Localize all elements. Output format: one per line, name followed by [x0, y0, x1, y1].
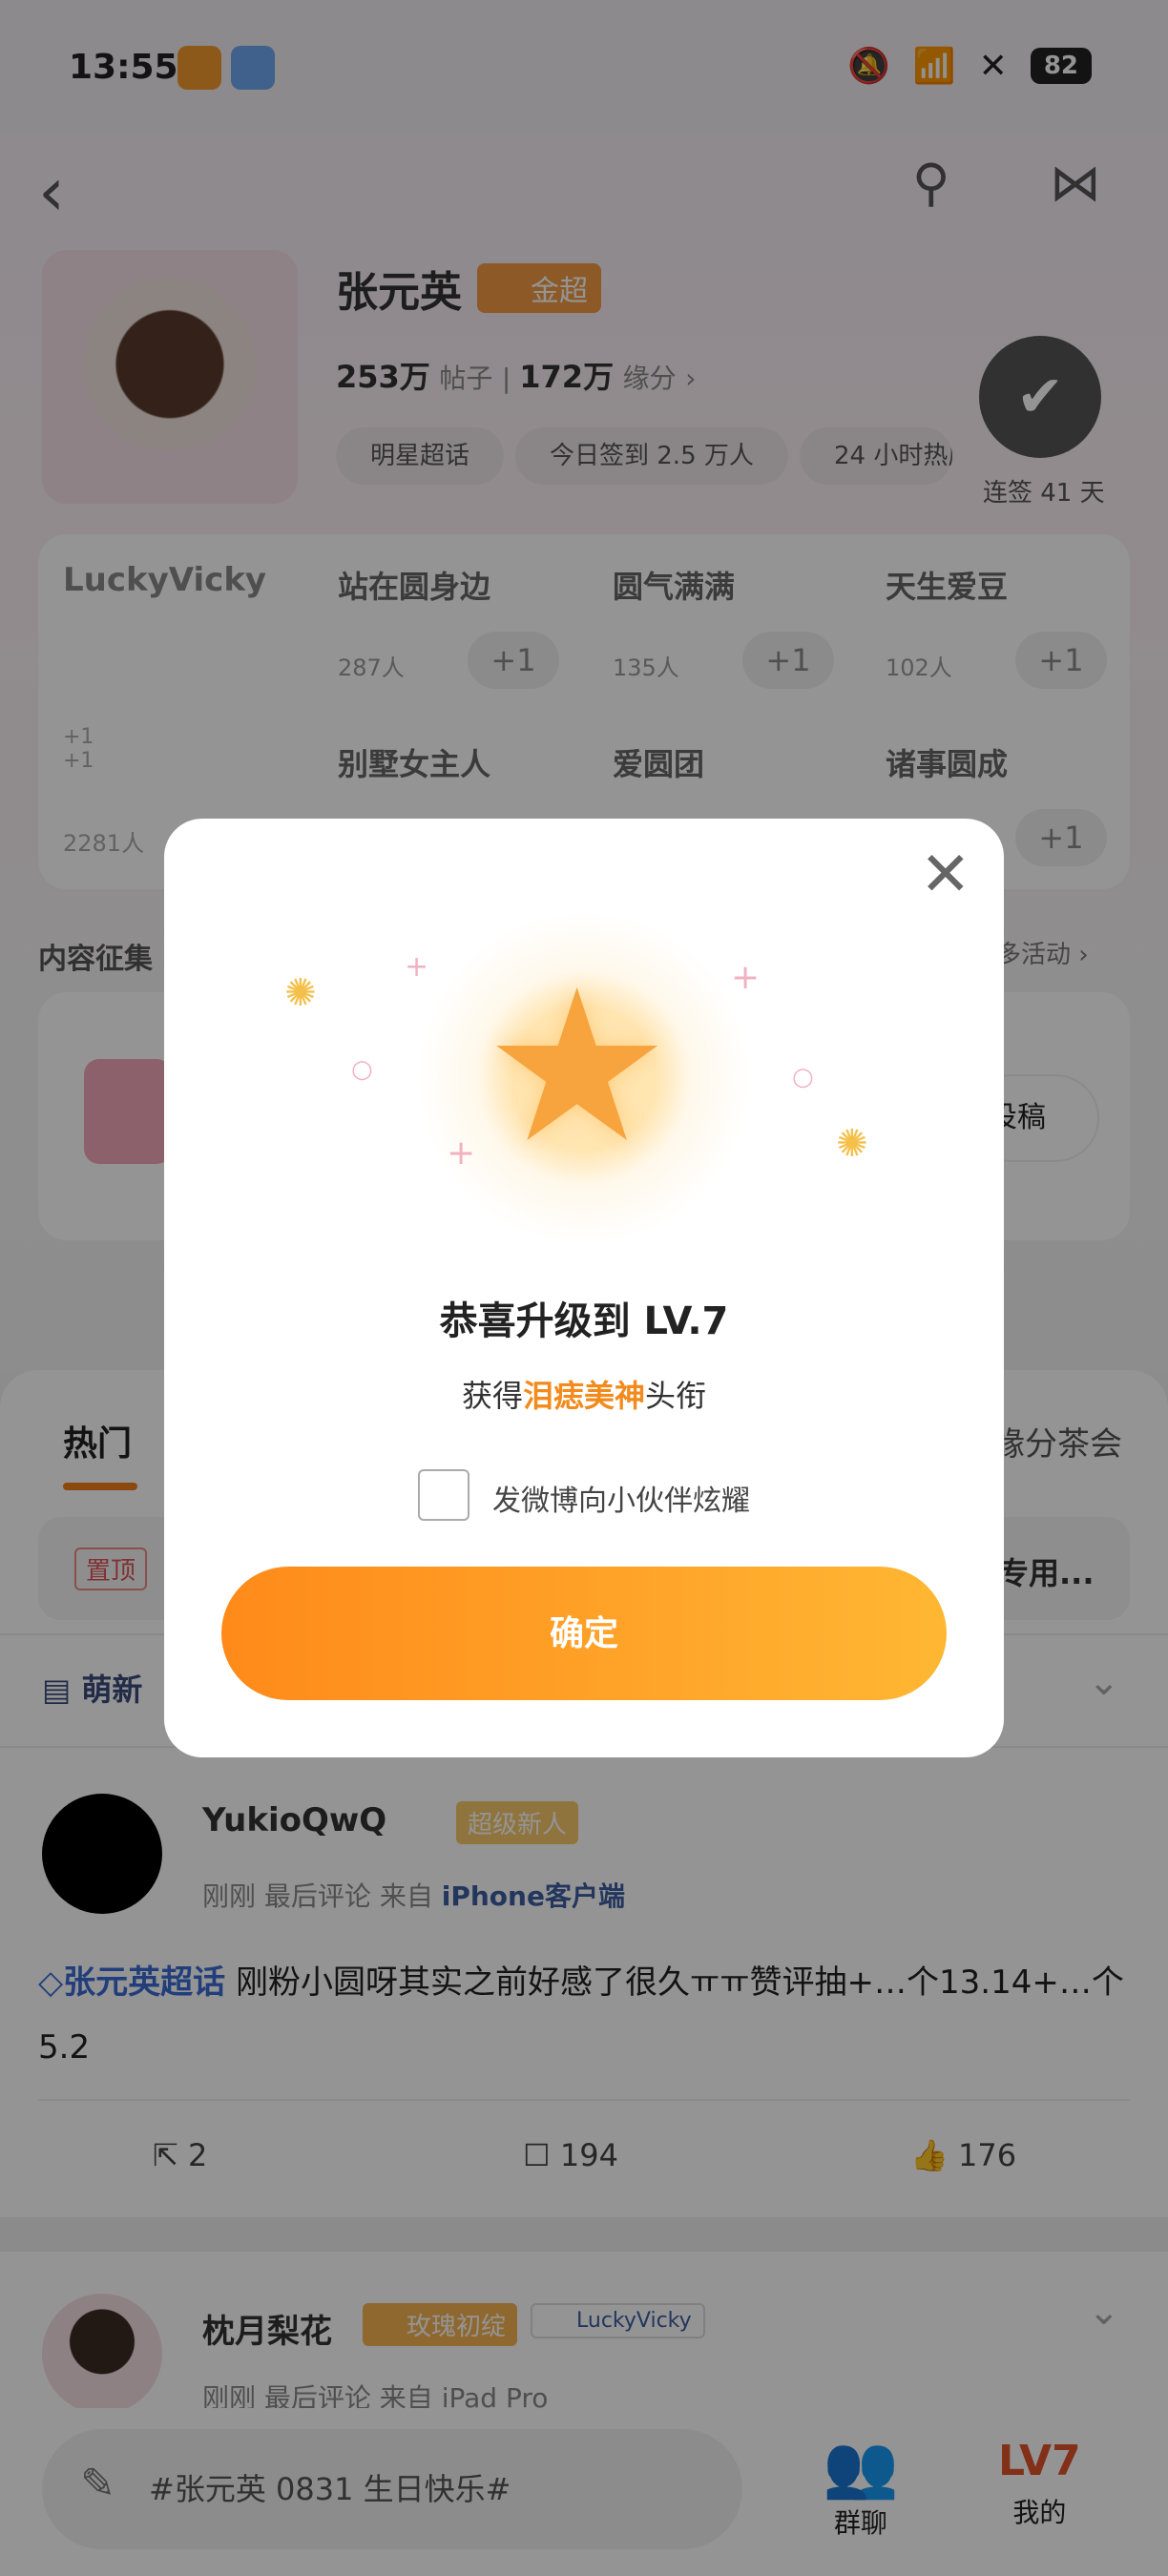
subtitle-prefix: 获得 — [461, 1378, 523, 1414]
share-weibo-label[interactable]: 发微博向小伙伴炫耀 — [492, 1477, 750, 1519]
plus-sparkle-icon: + — [731, 958, 761, 997]
subtitle-suffix: 头衔 — [645, 1378, 707, 1414]
close-icon[interactable]: ✕ — [920, 840, 971, 910]
plus-sparkle-icon: + — [447, 1133, 476, 1173]
title-reward: 泪痣美神 — [522, 1378, 645, 1414]
share-weibo-checkbox[interactable] — [418, 1469, 469, 1521]
sparkle-icon: ✺ — [284, 971, 317, 1015]
plus-sparkle-icon: + — [405, 950, 429, 984]
star-icon: ★ — [483, 945, 672, 1189]
dot-sparkle-icon: ○ — [792, 1063, 814, 1091]
confirm-button[interactable]: 确定 — [221, 1567, 947, 1700]
dot-sparkle-icon: ○ — [351, 1055, 373, 1084]
dialog-subtitle: 获得泪痣美神头衔 — [164, 1372, 1004, 1416]
dialog-title: 恭喜升级到 LV.7 — [439, 1299, 729, 1343]
sparkle-icon: ✺ — [836, 1122, 868, 1166]
